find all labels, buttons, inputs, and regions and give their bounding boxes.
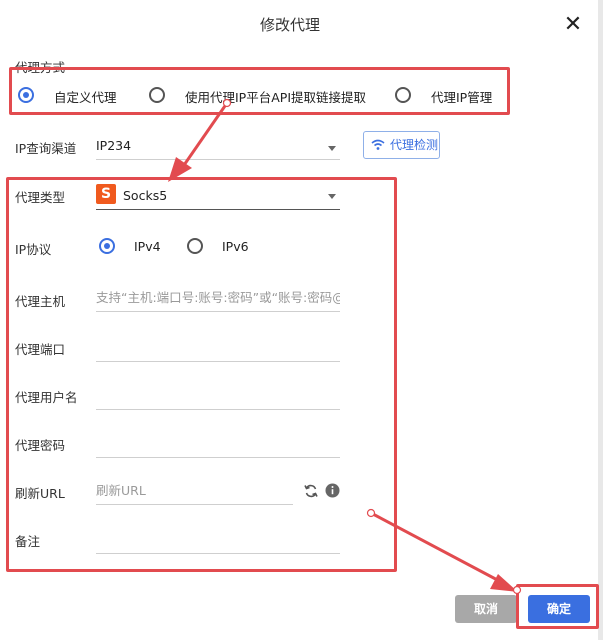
ip-channel-label: IP查询渠道 bbox=[15, 141, 77, 156]
dialog-title: 修改代理 bbox=[259, 16, 320, 34]
annotation-box-ok bbox=[516, 584, 599, 629]
page-background-edge bbox=[598, 0, 603, 640]
close-icon[interactable]: ✕ bbox=[562, 14, 584, 36]
annotation-box-proxy-mode bbox=[9, 67, 510, 115]
annotation-arrowhead-2 bbox=[490, 574, 518, 592]
cancel-button[interactable]: 取消 bbox=[455, 595, 517, 623]
wifi-icon bbox=[371, 139, 385, 150]
proxy-check-button[interactable]: 代理检测 bbox=[363, 131, 440, 159]
ip-channel-value: IP234 bbox=[96, 138, 132, 153]
annotation-box-form bbox=[6, 177, 397, 572]
proxy-check-label: 代理检测 bbox=[390, 138, 439, 152]
chevron-down-icon[interactable] bbox=[328, 146, 336, 151]
ip-channel-select[interactable]: IP234 bbox=[96, 134, 340, 160]
